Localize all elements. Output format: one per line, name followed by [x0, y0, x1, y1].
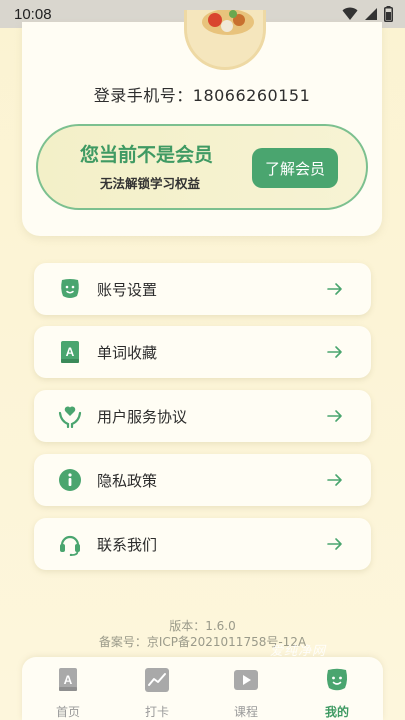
headset-icon — [60, 535, 80, 556]
membership-banner: 您当前不是会员 无法解锁学习权益 了解会员 — [36, 124, 368, 210]
menu-item-label: 账号设置 — [97, 281, 158, 299]
wifi-icon — [342, 7, 358, 20]
menu-item-label: 隐私政策 — [97, 472, 158, 490]
membership-subtitle: 无法解锁学习权益 — [100, 176, 201, 191]
battery-icon — [384, 6, 393, 22]
phone-line: 登录手机号：18066260151 — [22, 82, 382, 106]
tab-mine[interactable]: 我的 — [307, 667, 367, 720]
menu-item-user-agreement[interactable]: 用户服务协议 — [34, 390, 371, 442]
status-time: 10:08 — [14, 5, 52, 23]
bottom-tab-bar: A 首页 打卡 课程 我的 — [22, 657, 383, 720]
tab-checkin[interactable]: 打卡 — [127, 667, 187, 720]
membership-title: 您当前不是会员 — [80, 144, 214, 166]
menu-item-contact-us[interactable]: 联系我们 — [34, 518, 371, 570]
home-book-icon: A — [59, 668, 77, 691]
arrow-right-icon — [327, 410, 342, 422]
menu-item-account-settings[interactable]: 账号设置 — [34, 263, 371, 315]
face-icon — [61, 279, 79, 298]
menu-item-label: 用户服务协议 — [97, 408, 188, 426]
menu-item-label: 单词收藏 — [97, 344, 158, 362]
tab-label: 我的 — [324, 705, 349, 719]
svg-text:A: A — [66, 345, 75, 359]
phone-label: 登录手机号： — [93, 86, 193, 105]
tab-courses[interactable]: 课程 — [216, 667, 276, 720]
arrow-right-icon — [327, 538, 342, 550]
svg-text:A: A — [64, 673, 73, 687]
menu-item-word-favorites[interactable]: A 单词收藏 — [34, 326, 371, 378]
info-icon — [59, 469, 81, 491]
tab-home[interactable]: A 首页 — [38, 667, 98, 720]
tab-label: 课程 — [233, 705, 258, 719]
watermark-text: 爱纯净网 — [270, 644, 327, 659]
signal-icon — [365, 8, 377, 20]
version-text: 版本：1.6.0 — [169, 619, 236, 633]
arrow-right-icon — [327, 346, 342, 358]
avatar[interactable] — [184, 10, 266, 70]
menu-item-label: 联系我们 — [97, 536, 158, 554]
phone-number: 18066260151 — [192, 86, 311, 105]
book-icon: A — [61, 341, 79, 363]
tab-label: 打卡 — [144, 705, 169, 719]
video-play-icon — [234, 670, 258, 690]
face-icon — [326, 668, 348, 691]
profile-card: 登录手机号：18066260151 您当前不是会员 无法解锁学习权益 了解会员 — [22, 10, 382, 236]
status-icons — [342, 6, 393, 22]
menu-item-privacy-policy[interactable]: 隐私政策 — [34, 454, 371, 506]
arrow-right-icon — [327, 474, 342, 486]
heart-hands-icon — [58, 406, 82, 428]
learn-membership-button[interactable]: 了解会员 — [252, 148, 338, 188]
arrow-right-icon — [327, 283, 342, 295]
tab-label: 首页 — [55, 705, 80, 719]
trend-chart-icon — [145, 668, 169, 692]
icp-record-text: 备案号：京ICP备2021011758号-12A — [98, 635, 307, 649]
